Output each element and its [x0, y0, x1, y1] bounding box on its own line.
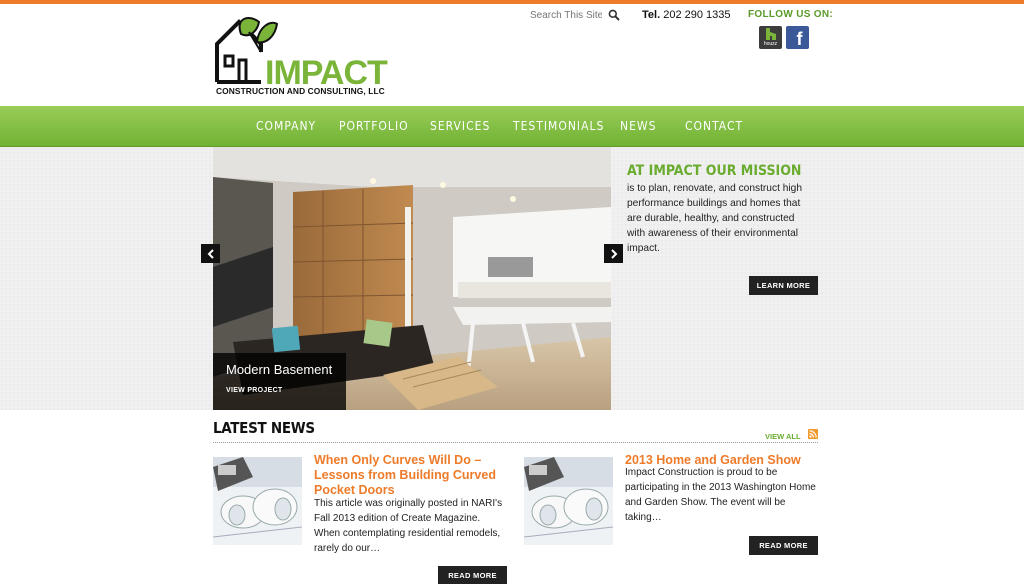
latest-news-heading: LATEST NEWS — [213, 419, 315, 437]
rss-icon[interactable] — [808, 429, 818, 439]
facebook-link[interactable]: f — [786, 26, 809, 49]
slide-caption: Modern Basement VIEW PROJECT — [213, 353, 346, 410]
top-accent-bar — [0, 0, 1024, 4]
phone-value: 202 290 1335 — [663, 9, 731, 21]
nav-item-contact[interactable]: CONTACT — [685, 119, 743, 133]
slide-caption-title: Modern Basement — [226, 362, 333, 377]
main-nav: COMPANY PORTFOLIO SERVICES TESTIMONIALS … — [0, 106, 1024, 147]
mission-text: is to plan, renovate, and construct high… — [627, 183, 802, 254]
nav-item-news[interactable]: NEWS — [620, 119, 656, 133]
phone-label: Tel. — [642, 9, 661, 21]
view-project-link[interactable]: VIEW PROJECT — [226, 387, 283, 394]
nav-item-portfolio[interactable]: PORTFOLIO — [339, 119, 409, 133]
houzz-link[interactable]: houzz — [759, 26, 782, 49]
facebook-icon: f — [796, 29, 803, 49]
mission-title: AT IMPACT OUR MISSION — [627, 163, 802, 179]
read-more-button[interactable]: READ MORE — [749, 536, 818, 555]
follow-us-label: FOLLOW US ON: — [748, 9, 833, 20]
houzz-icon — [765, 28, 776, 40]
search-icon[interactable] — [608, 9, 620, 21]
logo-subtitle: CONSTRUCTION AND CONSULTING, LLC — [216, 86, 385, 96]
chevron-left-icon — [207, 248, 214, 259]
nav-item-testimonials[interactable]: TESTIMONIALS — [513, 119, 604, 133]
site-logo[interactable]: IMPACT CONSTRUCTION AND CONSULTING, LLC — [213, 12, 398, 100]
post-thumbnail[interactable] — [213, 457, 302, 545]
view-all-link[interactable]: VIEW ALL — [765, 432, 801, 441]
post-excerpt: This article was originally posted in NA… — [314, 498, 503, 554]
slider-prev-button[interactable] — [201, 244, 220, 263]
blueprint-image — [524, 457, 613, 545]
search-input[interactable] — [530, 9, 602, 21]
site-search — [530, 9, 620, 21]
learn-more-button[interactable]: LEARN MORE — [749, 276, 818, 295]
post-title[interactable]: When Only Curves Will Do – Lessons from … — [314, 453, 504, 498]
logo-wordmark: IMPACT — [265, 54, 388, 92]
read-more-button[interactable]: READ MORE — [438, 566, 507, 584]
post-excerpt: Impact Construction is proud to be parti… — [625, 467, 816, 523]
nav-item-company[interactable]: COMPANY — [256, 119, 316, 133]
houzz-label: houzz — [763, 41, 778, 47]
news-divider — [213, 442, 818, 443]
phone-number: Tel. 202 290 1335 — [642, 9, 731, 21]
nav-item-services[interactable]: SERVICES — [430, 119, 490, 133]
post-thumbnail[interactable] — [524, 457, 613, 545]
chevron-right-icon — [610, 248, 617, 259]
slider-next-button[interactable] — [604, 244, 623, 263]
blueprint-image — [213, 457, 302, 545]
